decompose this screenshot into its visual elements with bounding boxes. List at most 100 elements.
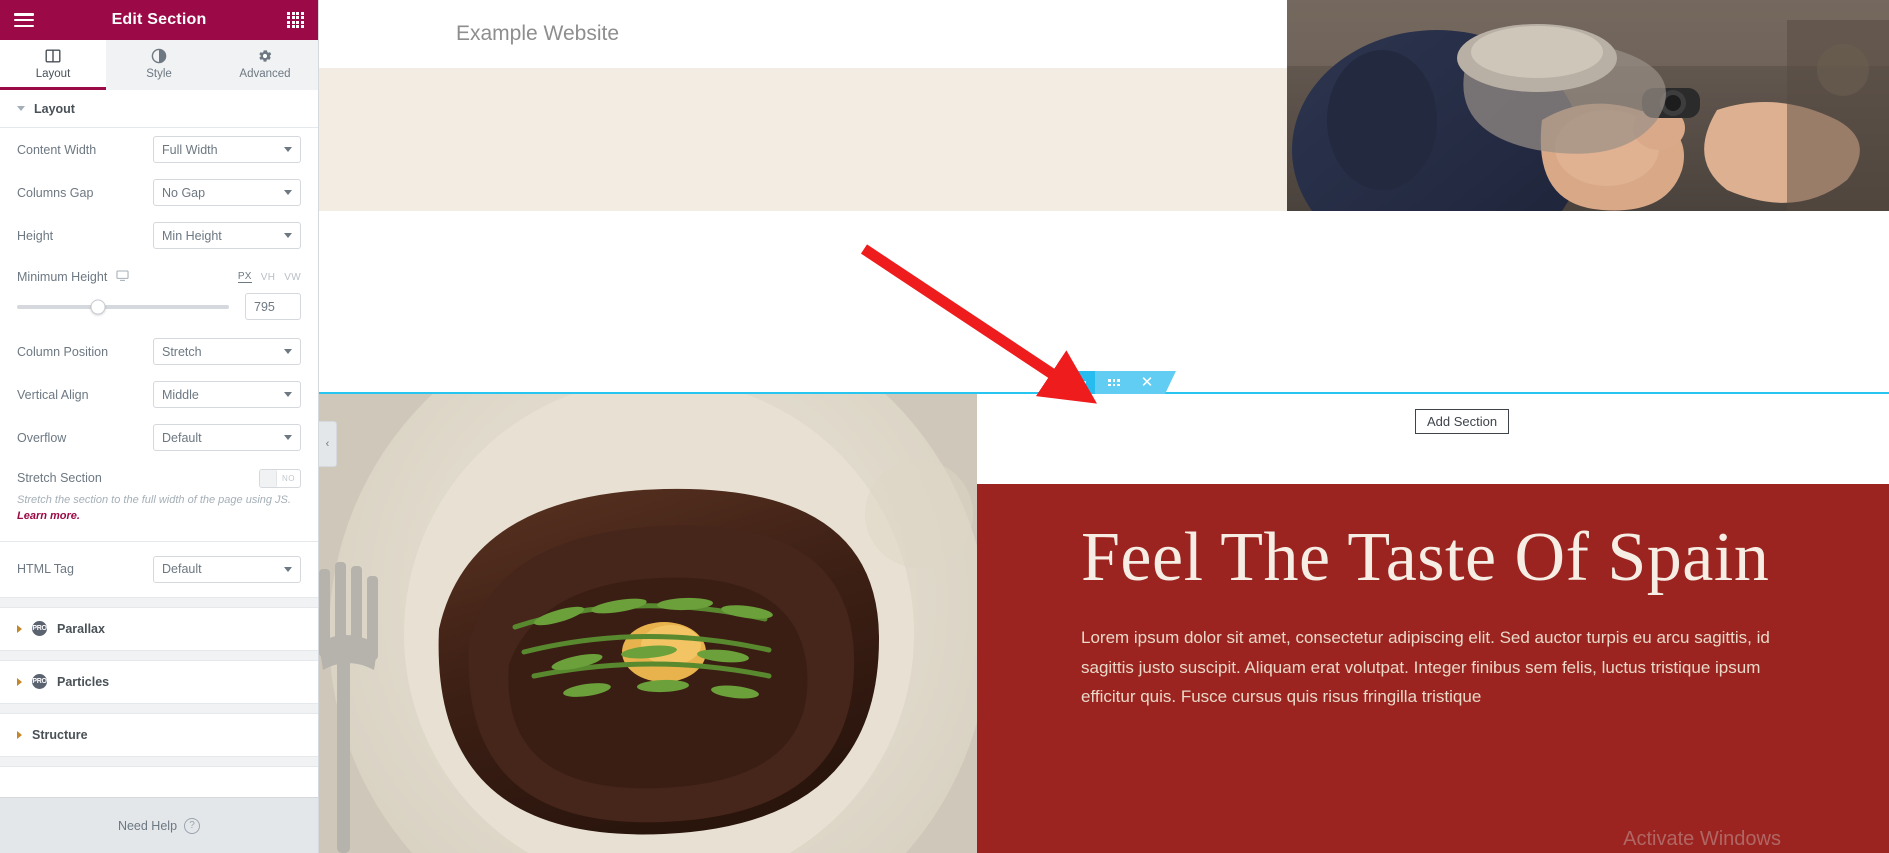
chevron-down-icon	[284, 435, 292, 440]
unit-vw[interactable]: VW	[284, 272, 301, 283]
learn-more-link[interactable]: Learn more.	[17, 510, 80, 522]
minimum-height-slider-row: 795	[0, 291, 318, 330]
height-select[interactable]: Min Height	[153, 222, 301, 249]
overflow-select[interactable]: Default	[153, 424, 301, 451]
accordion-structure[interactable]: Structure	[0, 713, 318, 756]
pro-badge-icon: PRO	[32, 621, 47, 637]
tab-style[interactable]: Style	[106, 40, 212, 90]
toolbar-right-group: ✕	[1095, 371, 1176, 394]
accordion-particles[interactable]: PRO Particles	[0, 660, 318, 703]
stretch-section-toggle[interactable]: NO	[259, 468, 301, 488]
accordion-structure-label: Structure	[32, 727, 88, 742]
hero-text-panel: Feel The Taste Of Spain Lorem ipsum dolo…	[977, 394, 1889, 853]
cream-band	[319, 68, 1287, 211]
slider-knob[interactable]	[90, 299, 106, 314]
accordion-parallax[interactable]: PRO Parallax	[0, 607, 318, 650]
panel-body: Layout Content Width Full Width Columns …	[0, 90, 318, 853]
gear-icon	[257, 48, 273, 65]
content-width-select[interactable]: Full Width	[153, 136, 301, 163]
empty-white-area	[319, 211, 1889, 392]
minimum-height-text: Minimum Height	[17, 270, 108, 284]
columns-gap-label: Columns Gap	[17, 185, 94, 200]
contrast-circle-icon	[151, 48, 167, 65]
chevron-down-icon	[284, 566, 292, 572]
html-tag-label: HTML Tag	[17, 562, 74, 577]
section-gap	[0, 596, 318, 608]
layout-section-label: Layout	[34, 101, 75, 116]
content-width-value: Full Width	[162, 142, 218, 157]
tab-advanced[interactable]: Advanced	[212, 40, 318, 90]
stretch-section-hint: Stretch the section to the full width of…	[0, 493, 318, 537]
toggle-knob	[260, 469, 277, 487]
windows-activation-watermark: Activate Windows	[1623, 828, 1781, 850]
column-position-select[interactable]: Stretch	[153, 338, 301, 365]
hamburger-icon[interactable]	[14, 13, 34, 27]
minimum-height-slider[interactable]	[17, 299, 229, 314]
control-minimum-height-header: Minimum Height PX VH VW	[0, 257, 318, 291]
desktop-icon[interactable]	[116, 269, 129, 285]
tab-layout[interactable]: Layout	[0, 40, 106, 90]
chevron-down-icon	[284, 233, 292, 238]
columns-gap-select[interactable]: No Gap	[153, 179, 301, 206]
column-position-value: Stretch	[162, 344, 202, 359]
overflow-value: Default	[162, 430, 202, 445]
tab-advanced-label: Advanced	[239, 67, 291, 80]
chef-photo	[1287, 0, 1889, 211]
steak-photo	[319, 394, 977, 853]
vertical-align-value: Middle	[162, 387, 199, 402]
template-grid-icon[interactable]	[1097, 378, 1131, 387]
unit-px[interactable]: PX	[237, 271, 252, 283]
hero-section: Feel The Taste Of Spain Lorem ipsum dolo…	[319, 394, 1889, 853]
vertical-align-select[interactable]: Middle	[153, 381, 301, 408]
hero-content: Feel The Taste Of Spain Lorem ipsum dolo…	[1081, 522, 1829, 712]
height-value: Min Height	[162, 228, 222, 243]
overflow-label: Overflow	[17, 430, 67, 445]
control-height: Height Min Height	[0, 214, 318, 257]
chevron-right-icon	[17, 624, 22, 633]
control-content-width: Content Width Full Width	[0, 128, 318, 171]
section-gap	[0, 702, 318, 714]
minimum-height-label: Minimum Height	[17, 269, 129, 285]
need-help-footer[interactable]: Need Help ?	[0, 797, 318, 853]
elementor-editor-screen: Example Website HOME BLOG SAMPLE PAGE	[0, 0, 1889, 853]
stretch-hint-text: Stretch the section to the full width of…	[17, 494, 291, 506]
unit-vh[interactable]: VH	[261, 272, 276, 283]
add-section-icon[interactable]	[1061, 371, 1095, 394]
control-vertical-align: Vertical Align Middle	[0, 373, 318, 416]
need-help-label: Need Help	[117, 818, 178, 833]
grid-apps-icon[interactable]	[287, 11, 304, 29]
html-tag-select[interactable]: Default	[153, 555, 301, 583]
chevron-down-icon	[284, 392, 292, 397]
steak-photo-image	[319, 394, 977, 853]
panel-title: Edit Section	[111, 11, 207, 28]
minimum-height-input[interactable]: 795	[245, 293, 301, 320]
column-position-label: Column Position	[17, 344, 109, 359]
chevron-right-icon	[17, 730, 22, 739]
layout-section-header[interactable]: Layout	[0, 90, 318, 128]
panel-tabs: Layout Style Advanced	[0, 40, 318, 90]
control-overflow: Overflow Default	[0, 416, 318, 459]
website-preview: Example Website HOME BLOG SAMPLE PAGE	[319, 0, 1889, 853]
close-x-icon[interactable]: ✕	[1131, 375, 1163, 390]
vertical-align-label: Vertical Align	[17, 387, 89, 402]
chevron-down-icon	[284, 190, 292, 195]
control-columns-gap: Columns Gap No Gap	[0, 171, 318, 214]
chevron-right-icon	[17, 677, 22, 686]
question-circle-icon[interactable]: ?	[184, 817, 201, 834]
section-gap	[0, 755, 318, 767]
control-stretch-section: Stretch Section NO	[0, 459, 318, 493]
panel-collapse-handle[interactable]: ‹	[319, 421, 337, 467]
control-column-position: Column Position Stretch	[0, 330, 318, 373]
chef-photo-image	[1287, 0, 1889, 211]
section-add-toolbar[interactable]: ✕	[1061, 371, 1176, 394]
html-tag-value: Default	[162, 562, 202, 577]
content-width-label: Content Width	[17, 142, 97, 157]
section-gap	[0, 649, 318, 661]
toggle-state-label: NO	[282, 473, 295, 483]
accordion-particles-label: Particles	[57, 674, 110, 689]
minimum-height-value: 795	[254, 299, 275, 314]
columns-gap-value: No Gap	[162, 185, 206, 200]
tab-layout-label: Layout	[35, 67, 71, 80]
pro-badge-icon: PRO	[32, 674, 47, 690]
unit-switcher[interactable]: PX VH VW	[237, 271, 301, 283]
